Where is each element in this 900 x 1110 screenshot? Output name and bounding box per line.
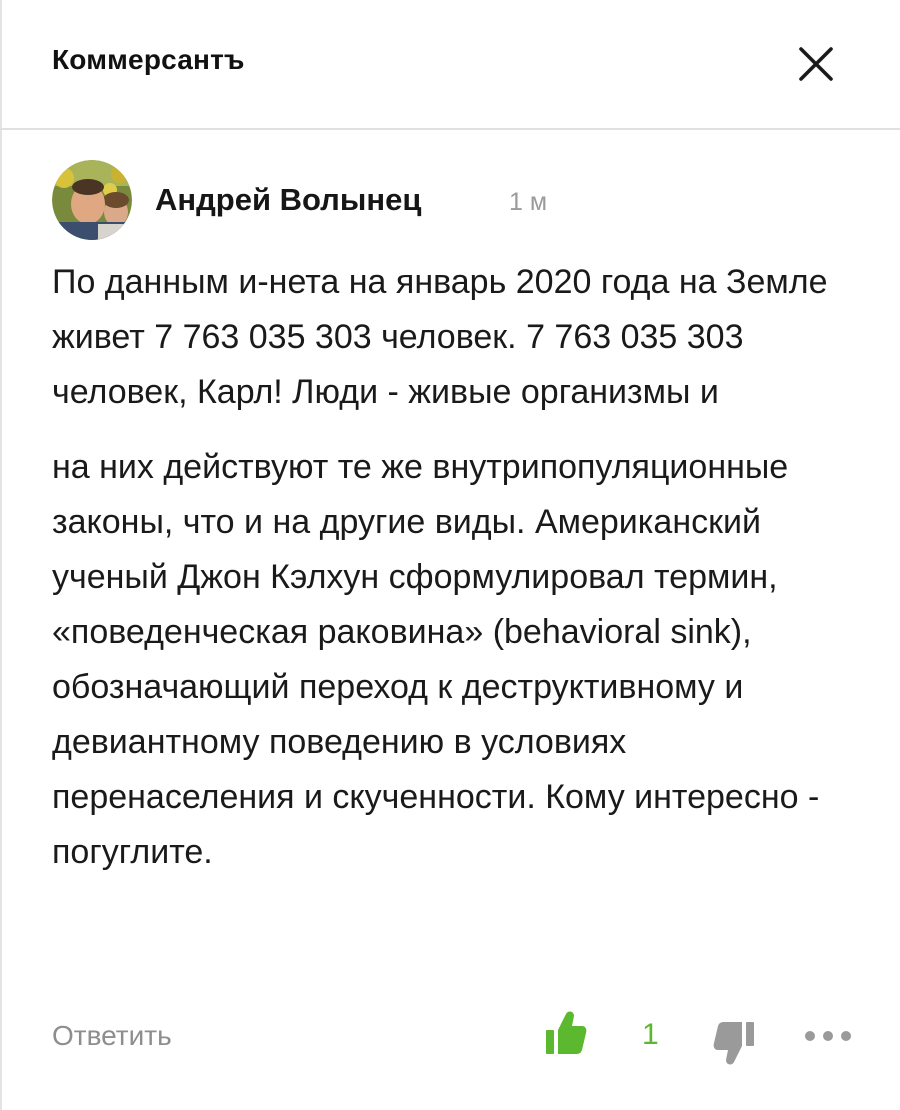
publication-title: Коммерсантъ xyxy=(52,44,245,75)
comment-paragraph: на них действуют те же внутрипопуляционн… xyxy=(52,448,820,871)
comment-text: По данным и-нета на январь 2020 года на … xyxy=(52,255,857,880)
comment-author-row: Андрей Волынец 1 м xyxy=(52,160,852,244)
more-dots-icon xyxy=(805,1031,851,1041)
comment-paragraph: По данным и-нета на январь 2020 года на … xyxy=(52,263,828,411)
close-button[interactable] xyxy=(788,36,844,92)
like-count: 1 xyxy=(642,1018,659,1051)
dislike-button[interactable] xyxy=(712,1018,756,1068)
thumbs-down-icon xyxy=(713,1022,754,1065)
more-options-button[interactable] xyxy=(802,1026,854,1046)
comment-actions: Ответить 1 xyxy=(52,1008,852,1068)
avatar[interactable] xyxy=(52,160,132,240)
author-name[interactable]: Андрей Волынец xyxy=(155,182,421,218)
reply-button[interactable]: Ответить xyxy=(52,1020,172,1052)
comment-timestamp: 1 м xyxy=(509,188,548,216)
header-bar: Коммерсантъ xyxy=(0,0,900,130)
like-button[interactable] xyxy=(544,1008,588,1058)
thumbs-up-icon xyxy=(546,1011,587,1054)
close-icon xyxy=(799,47,833,81)
